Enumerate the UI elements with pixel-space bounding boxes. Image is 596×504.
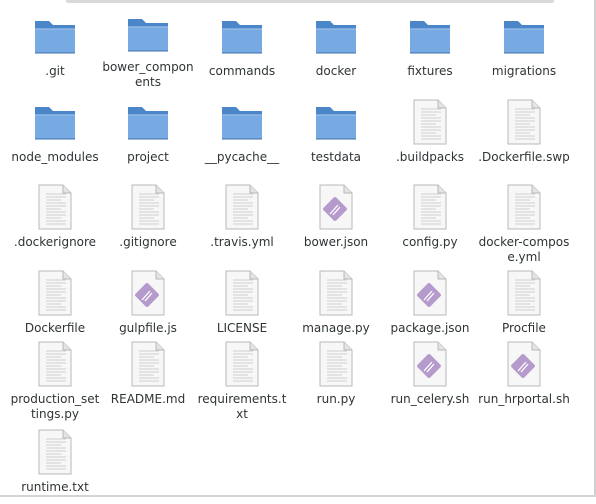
script-file-icon — [407, 270, 453, 316]
folder-item[interactable]: node_modules — [8, 88, 102, 174]
file-item[interactable]: run.py — [289, 330, 383, 416]
text-file-icon — [313, 341, 359, 387]
script-file-icon — [313, 184, 359, 230]
folder-icon — [313, 14, 359, 58]
file-name-label: run_hrportal.sh — [478, 392, 570, 406]
file-name-label: runtime.txt — [21, 480, 89, 494]
file-name-label: migrations — [491, 64, 557, 78]
file-name-label: project — [127, 150, 169, 164]
folder-icon — [219, 100, 265, 144]
file-name-label: testdata — [310, 150, 362, 164]
file-name-label: .travis.yml — [210, 235, 274, 249]
script-file-icon — [125, 270, 171, 316]
text-file-icon — [501, 184, 547, 230]
file-name-label: .git — [45, 64, 65, 78]
folder-icon — [125, 14, 171, 54]
file-name-label: fixtures — [407, 64, 453, 78]
file-item[interactable]: production_settings.py — [8, 330, 102, 421]
file-item[interactable]: bower.json — [289, 173, 383, 259]
file-name-label: README.md — [110, 392, 186, 406]
folder-icon — [125, 100, 171, 144]
file-item[interactable]: docker-compose.yml — [477, 173, 571, 264]
text-file-icon — [32, 429, 78, 475]
file-item[interactable]: .gitignore — [101, 173, 195, 259]
file-name-label: bower.json — [303, 235, 369, 249]
file-name-label: .gitignore — [119, 235, 177, 249]
folder-icon — [501, 14, 547, 58]
folder-item[interactable]: bower_components — [101, 2, 195, 89]
file-name-label: run_celery.sh — [390, 392, 470, 406]
folder-item[interactable]: __pycache__ — [195, 88, 289, 174]
file-name-label: .Dockerfile.swp — [478, 150, 570, 164]
text-file-icon — [125, 341, 171, 387]
file-item[interactable]: .travis.yml — [195, 173, 289, 259]
file-item[interactable]: .dockerignore — [8, 173, 102, 259]
text-file-icon — [407, 184, 453, 230]
folder-item[interactable]: testdata — [289, 88, 383, 174]
file-item[interactable]: run_celery.sh — [383, 330, 477, 416]
folder-item[interactable]: .git — [8, 2, 102, 88]
text-file-icon — [32, 341, 78, 387]
text-file-icon — [407, 99, 453, 145]
folder-item[interactable]: migrations — [477, 2, 571, 88]
text-file-icon — [219, 270, 265, 316]
text-file-icon — [219, 184, 265, 230]
text-file-icon — [313, 270, 359, 316]
file-item[interactable]: .Dockerfile.swp — [477, 88, 571, 174]
text-file-icon — [32, 184, 78, 230]
file-name-label: bower_components — [102, 60, 194, 89]
file-icon-grid: .git bower_components commands docker fi… — [0, 0, 596, 497]
text-file-icon — [501, 270, 547, 316]
file-name-label: .buildpacks — [395, 150, 465, 164]
text-file-icon — [501, 99, 547, 145]
folder-item[interactable]: commands — [195, 2, 289, 88]
text-file-icon — [125, 184, 171, 230]
folder-item[interactable]: fixtures — [383, 2, 477, 88]
folder-icon — [313, 100, 359, 144]
folder-icon — [32, 14, 78, 58]
folder-icon — [407, 14, 453, 58]
folder-item[interactable]: docker — [289, 2, 383, 88]
folder-icon — [32, 100, 78, 144]
file-name-label: config.py — [402, 235, 458, 249]
file-name-label: requirements.txt — [197, 392, 287, 421]
script-file-icon — [407, 341, 453, 387]
file-item[interactable]: README.md — [101, 330, 195, 416]
folder-item[interactable]: project — [101, 88, 195, 174]
file-item[interactable]: runtime.txt — [8, 418, 102, 504]
file-item[interactable]: run_hrportal.sh — [477, 330, 571, 416]
file-name-label: node_modules — [11, 150, 99, 164]
file-item[interactable]: config.py — [383, 173, 477, 259]
file-name-label: run.py — [316, 392, 356, 406]
text-file-icon — [219, 341, 265, 387]
file-name-label: .dockerignore — [13, 235, 97, 249]
file-item[interactable]: .buildpacks — [383, 88, 477, 174]
text-file-icon — [32, 270, 78, 316]
file-item[interactable]: requirements.txt — [195, 330, 289, 421]
file-name-label: docker — [315, 64, 357, 78]
script-file-icon — [501, 341, 547, 387]
file-name-label: __pycache__ — [204, 150, 280, 164]
file-name-label: commands — [208, 64, 276, 78]
folder-icon — [219, 14, 265, 58]
